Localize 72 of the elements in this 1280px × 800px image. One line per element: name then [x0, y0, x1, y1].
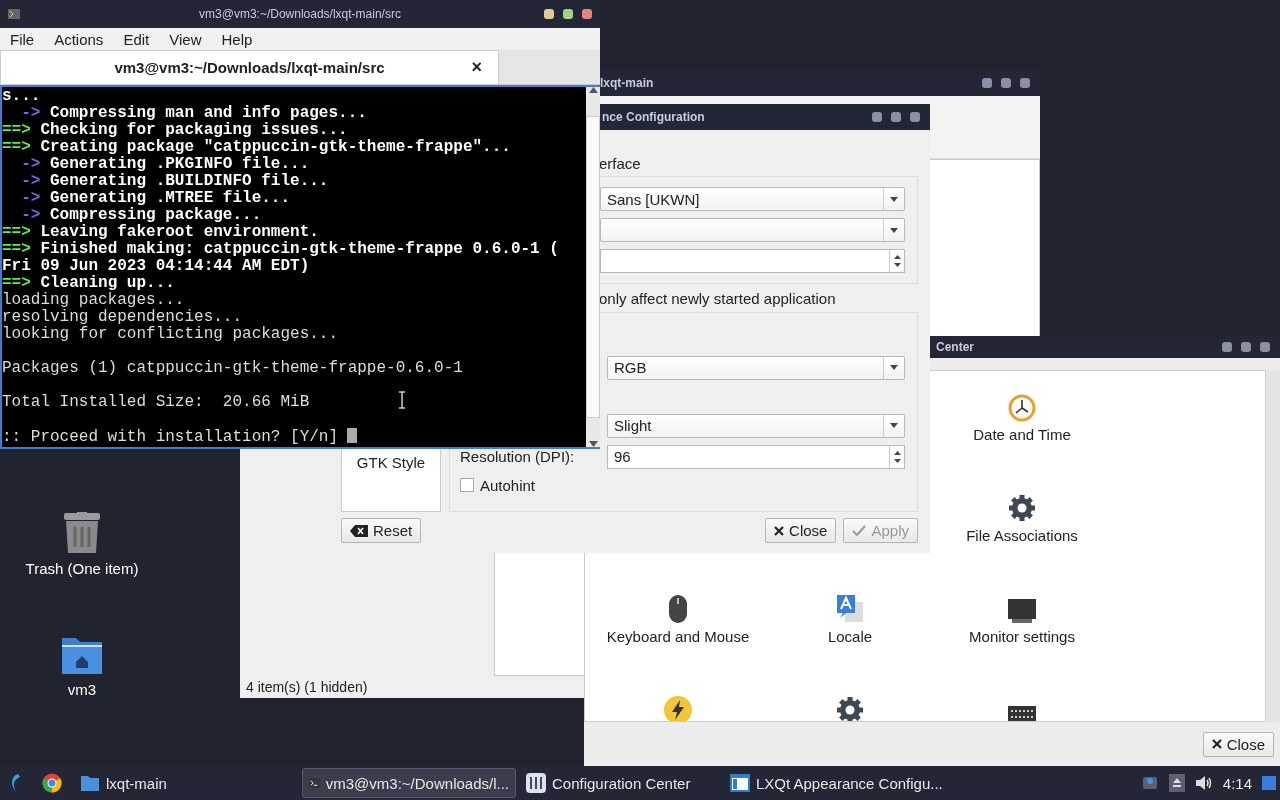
- window-title: nce Configuration: [602, 110, 705, 124]
- close-icon: [1211, 739, 1222, 749]
- text-cursor-icon: [398, 391, 406, 409]
- window-title: Center: [936, 340, 974, 354]
- settings-item[interactable]: Date and Time: [973, 426, 1071, 443]
- settings-item[interactable]: File Associations: [966, 527, 1078, 544]
- terminal-output: s... -> Compressing man and info pages... ==> Checking for packaging issues... ==> Creating package "catppuccin-gtk-theme-frappe"... -> Generating .PKGINFO file... -> Generating .BUILDINFO file... -> Generating .MTREE file... -> Compressing package... ==> Leaving fakeroot environment. ==> Finished making: catppuccin-gtk-theme-frappe 0.6.0-1 ( Fri 09 Jun 2023 04:14:44 AM EDT) ==> Cleaning up... loading packages... resolving dependencies... looking for conflicting packages... Packages (1) catppuccin-gtk-theme-frappe-0.6.0-1 Total Installed Size: 20.66 MiB :: Proceed with installation? [Y/n]: [2, 87, 560, 447]
- window-title: lxqt-main: [600, 76, 654, 90]
- spin-arrows-icon: [893, 254, 901, 268]
- power-icon: [663, 695, 693, 721]
- close-button[interactable]: Close: [765, 518, 837, 543]
- mouse-icon: [668, 594, 688, 624]
- menu-item[interactable]: View: [159, 30, 212, 48]
- close-button[interactable]: Close: [1202, 731, 1274, 757]
- reset-button[interactable]: Reset: [341, 518, 422, 543]
- minimize-button[interactable]: [544, 9, 554, 19]
- clock[interactable]: 4:14: [1222, 774, 1252, 792]
- settings-item[interactable]: Locale: [827, 628, 873, 645]
- field-label: Resolution (DPI):: [460, 448, 576, 465]
- folder-icon: [80, 774, 100, 792]
- scroll-up-icon[interactable]: [588, 87, 598, 93]
- window-title: vm3@vm3:~/Downloads/lxqt-main/src: [199, 7, 401, 21]
- taskbar-item[interactable]: vm3@vm3:~/Downloads/l...: [302, 768, 516, 798]
- settings-icon: [526, 773, 546, 793]
- menu-item[interactable]: Edit: [113, 30, 160, 48]
- browser-icon[interactable]: [42, 773, 62, 793]
- backspace-icon: [350, 524, 368, 537]
- settings-item[interactable]: Monitor settings: [969, 628, 1075, 645]
- terminal-icon: [8, 9, 20, 19]
- section-heading: erface: [599, 155, 641, 172]
- notification-icon[interactable]: [1140, 774, 1159, 792]
- volume-icon[interactable]: [1194, 775, 1213, 791]
- checkmark-icon: [852, 524, 867, 537]
- hinting-dropdown[interactable]: Slight: [607, 413, 905, 438]
- taskbar-item[interactable]: LXQt Appearance Configu...: [724, 768, 954, 798]
- spin-field[interactable]: [600, 249, 905, 273]
- menu-item[interactable]: Help: [211, 30, 263, 48]
- monitor-icon: [1007, 598, 1037, 624]
- caret-icon: [890, 423, 898, 428]
- clock-icon: [1008, 394, 1036, 422]
- subpixel-dropdown[interactable]: RGB: [607, 355, 905, 380]
- close-icon: [774, 525, 785, 536]
- maximize-button[interactable]: [563, 9, 573, 19]
- scrollbar[interactable]: [1266, 370, 1280, 722]
- menu-item[interactable]: Actions: [44, 30, 114, 48]
- translate-icon: [835, 594, 865, 624]
- menu-item[interactable]: File: [0, 30, 45, 48]
- status-text: 4 item(s) (1 hidden): [246, 679, 368, 695]
- trash-icon: [63, 512, 101, 554]
- note-text: only affect newly started application: [599, 289, 836, 307]
- taskbar-item[interactable]: lxqt-main: [74, 768, 174, 798]
- close-button[interactable]: [582, 9, 592, 19]
- gear-icon: [1007, 493, 1037, 523]
- desktop-icon-label[interactable]: Trash (One item): [25, 560, 139, 577]
- caret-icon: [890, 227, 898, 233]
- tab-close-button[interactable]: ×: [471, 57, 482, 78]
- terminal-icon: [309, 775, 320, 791]
- spin-arrows-icon: [893, 449, 901, 464]
- eject-icon[interactable]: [1168, 774, 1185, 792]
- font-dropdown[interactable]: Sans [UKWN]: [600, 187, 905, 211]
- scroll-down-icon[interactable]: [588, 441, 598, 447]
- dpi-field[interactable]: 96: [607, 444, 905, 469]
- window-icon: [730, 774, 750, 792]
- scrollbar[interactable]: [586, 87, 600, 447]
- category-item[interactable]: GTK Style: [356, 454, 426, 471]
- home-folder-icon: [61, 637, 103, 675]
- taskbar-item[interactable]: Configuration Center: [520, 768, 720, 798]
- caret-icon: [890, 196, 898, 202]
- settings-item[interactable]: Keyboard and Mouse: [606, 628, 750, 645]
- terminal-tab[interactable]: vm3@vm3:~/Downloads/lxqt-main/src ×: [0, 50, 499, 84]
- desktop-icon-label[interactable]: vm3: [67, 681, 97, 698]
- autohint-checkbox[interactable]: Autohint: [460, 472, 905, 498]
